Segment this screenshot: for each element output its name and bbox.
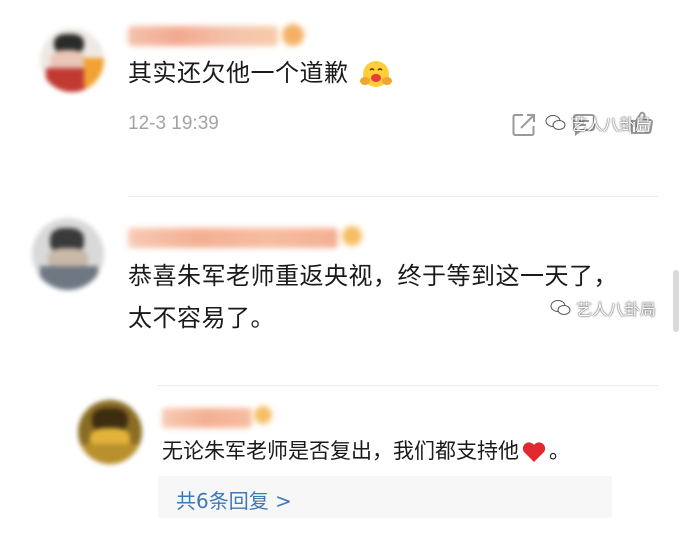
watermark: 艺人八卦局: [545, 111, 651, 135]
comment-1-avatar[interactable]: [40, 28, 104, 92]
wechat-logo-icon: [545, 115, 566, 130]
more-replies-box[interactable]: 共6条回复 >: [158, 476, 612, 518]
red-heart-emoji: [522, 442, 546, 462]
wechat-logo-icon: [550, 300, 571, 315]
comment-2-text-line1: 恭喜朱军老师重返央视，终于等到这一天了，: [128, 262, 618, 290]
share-icon[interactable]: [511, 112, 537, 138]
comment-1-badge-icon: [282, 24, 304, 46]
comment-1-timestamp: 12-3 19:39: [128, 113, 219, 134]
comment-2-badge-icon: [342, 226, 362, 246]
hug-face-emoji: [359, 61, 392, 87]
comment-2-avatar[interactable]: [32, 218, 104, 290]
divider: [158, 385, 658, 386]
comment-1-username[interactable]: [128, 26, 278, 46]
divider: [128, 196, 658, 197]
scrollbar[interactable]: [673, 270, 679, 332]
reply-avatar[interactable]: [78, 400, 142, 464]
more-replies-link[interactable]: 共6条回复 >: [176, 485, 292, 514]
watermark: 艺人八卦局: [550, 296, 656, 320]
comment-2-text-line2: 太不容易了。: [128, 304, 275, 332]
comment-1-text: 其实还欠他一个道歉: [128, 52, 393, 94]
reply-username[interactable]: [162, 408, 252, 428]
comment-2-username[interactable]: [128, 228, 338, 248]
reply-badge-icon: [254, 406, 272, 424]
reply-text: 无论朱军老师是否复出，我们都支持他 。: [162, 439, 570, 463]
